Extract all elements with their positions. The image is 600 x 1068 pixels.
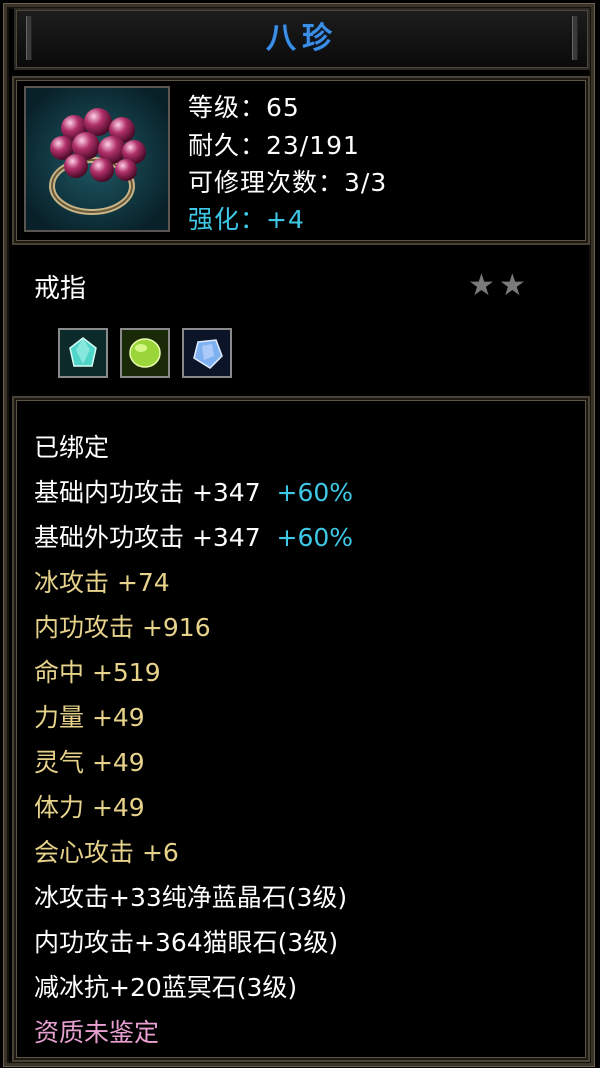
title-bar: 八珍 (14, 8, 590, 70)
base-inner-attack-line: 基础内功攻击 +347 +60% (34, 473, 353, 509)
item-type: 戒指 (34, 274, 87, 304)
base-inner-attack: 基础内功攻击 +347 (34, 478, 261, 507)
base-outer-attack-line: 基础外功攻击 +347 +60% (34, 518, 353, 554)
inner-attack: 内功攻击 +916 (34, 613, 211, 642)
critical-attack: 会心攻击 +6 (34, 838, 179, 867)
base-outer-attack-bonus: +60% (276, 523, 354, 552)
item-name: 八珍 (266, 21, 338, 56)
hit: 命中 +519 (34, 658, 161, 687)
ring-icon (24, 86, 170, 232)
blue-gem-icon[interactable] (182, 328, 232, 378)
stamina: 体力 +49 (34, 793, 145, 822)
gem-bonus-3: 减冰抗+20蓝冥石(3级) (34, 973, 298, 1002)
base-inner-attack-bonus: +60% (276, 478, 354, 507)
level-stat: 等级：65 (188, 93, 300, 122)
gem-bonus-2: 内功攻击+364猫眼石(3级) (34, 928, 339, 957)
durability-stat: 耐久：23/191 (188, 131, 360, 160)
gem-bonus-1: 冰攻击+33纯净蓝晶石(3级) (34, 883, 348, 912)
ice-attack: 冰攻击 +74 (34, 568, 170, 597)
star-rating: ★★ (468, 268, 530, 303)
green-gem-icon[interactable] (120, 328, 170, 378)
cyan-gem-icon[interactable] (58, 328, 108, 378)
spirit: 灵气 +49 (34, 748, 145, 777)
base-outer-attack: 基础外功攻击 +347 (34, 523, 261, 552)
repair-count-stat: 可修理次数：3/3 (188, 168, 388, 197)
strength: 力量 +49 (34, 703, 145, 732)
bound-status: 已绑定 (34, 433, 110, 462)
enhance-stat: 强化：+4 (188, 205, 305, 234)
quality-status: 资质未鉴定 (34, 1018, 160, 1047)
